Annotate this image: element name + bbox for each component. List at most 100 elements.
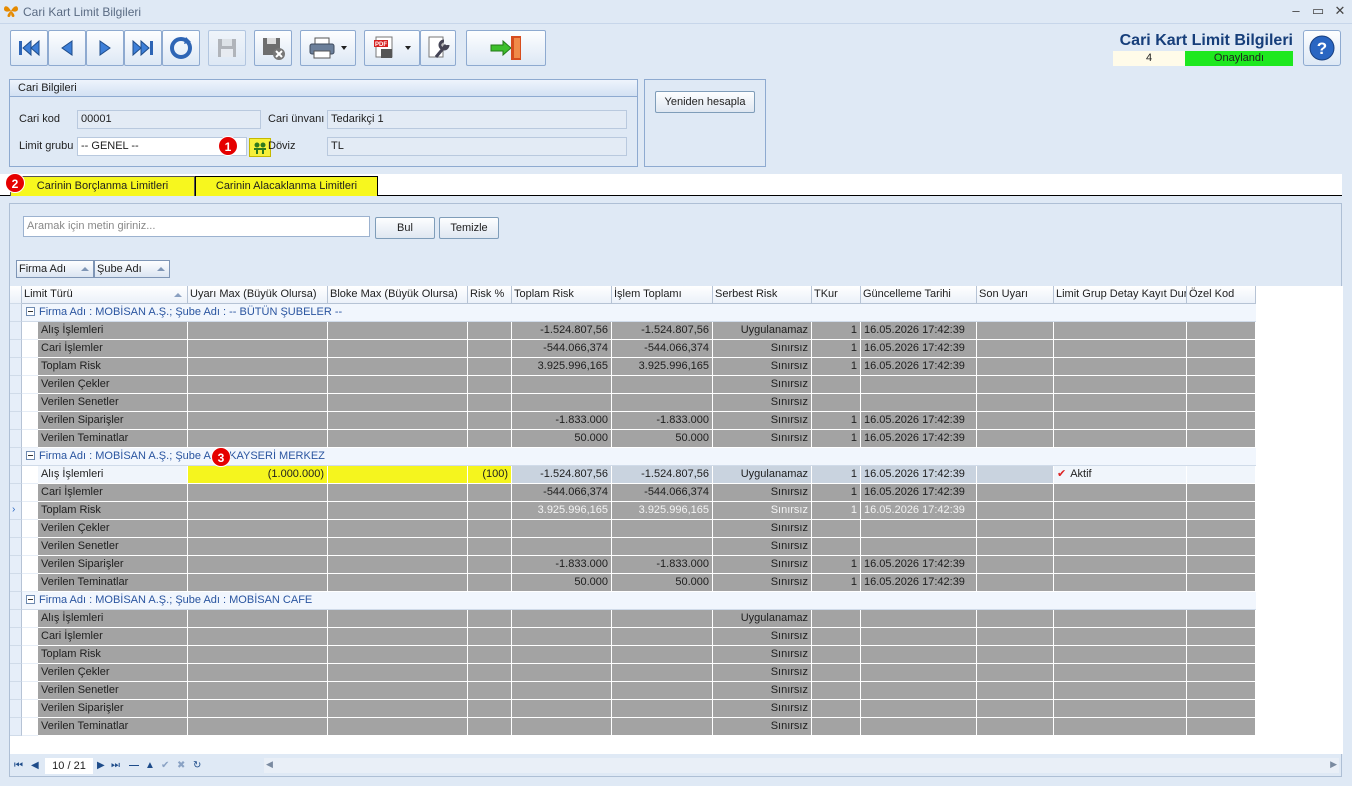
- grid-cell[interactable]: [468, 376, 512, 394]
- grid-cell[interactable]: Verilen Çekler: [38, 376, 188, 394]
- grid-cell[interactable]: [1054, 610, 1187, 628]
- column-header[interactable]: Bloke Max (Büyük Olursa): [328, 286, 468, 304]
- grid-cell[interactable]: [468, 610, 512, 628]
- grid-cell[interactable]: Verilen Teminatlar: [38, 718, 188, 736]
- grid-cell[interactable]: [1187, 700, 1256, 718]
- settings-button[interactable]: [420, 30, 456, 66]
- grid-cell[interactable]: [977, 412, 1054, 430]
- grid-cell[interactable]: [468, 394, 512, 412]
- grid-cell[interactable]: [612, 664, 713, 682]
- grid-cell[interactable]: [1054, 574, 1187, 592]
- grid-cell[interactable]: [1187, 502, 1256, 520]
- grid-cell[interactable]: Uygulanamaz: [713, 466, 812, 484]
- grid-cell[interactable]: [468, 628, 512, 646]
- group-row[interactable]: Firma Adı : MOBİSAN A.Ş.; Şube Adı : -- …: [22, 304, 1256, 322]
- group-row[interactable]: Firma Adı : MOBİSAN A.Ş.; Şube Adı : KAY…: [22, 448, 1256, 466]
- grid-cell[interactable]: [977, 646, 1054, 664]
- grid-cell[interactable]: [1187, 574, 1256, 592]
- grid-cell[interactable]: [1187, 628, 1256, 646]
- grid-cell[interactable]: [1187, 520, 1256, 538]
- grid-cell[interactable]: -1.833.000: [612, 412, 713, 430]
- grid-cell[interactable]: 3.925.996,165: [512, 358, 612, 376]
- grid-cell[interactable]: [861, 538, 977, 556]
- grid-cell[interactable]: 16.05.2026 17:42:39: [861, 322, 977, 340]
- nav-next-icon[interactable]: ▶: [97, 760, 105, 771]
- grid-cell[interactable]: [512, 664, 612, 682]
- grid-cell[interactable]: Sınırsız: [713, 430, 812, 448]
- column-header[interactable]: Güncelleme Tarihi: [861, 286, 977, 304]
- grid-cell[interactable]: Sınırsız: [713, 502, 812, 520]
- grid-cell[interactable]: [977, 466, 1054, 484]
- grid-cell[interactable]: [188, 340, 328, 358]
- grid-cell[interactable]: [328, 502, 468, 520]
- grid-cell[interactable]: -1.524.807,56: [512, 322, 612, 340]
- grid-cell[interactable]: [612, 718, 713, 736]
- grid-cell[interactable]: [188, 610, 328, 628]
- column-header[interactable]: Özel Kod: [1187, 286, 1256, 304]
- grid-cell[interactable]: [1054, 664, 1187, 682]
- grid-cell[interactable]: [1054, 628, 1187, 646]
- export-pdf-button[interactable]: PDF: [364, 30, 420, 66]
- grid-cell[interactable]: [612, 700, 713, 718]
- grid-cell[interactable]: Sınırsız: [713, 628, 812, 646]
- grid-cell[interactable]: [1054, 502, 1187, 520]
- grid-cell[interactable]: [512, 610, 612, 628]
- grid-cell[interactable]: Sınırsız: [713, 412, 812, 430]
- grid-cell[interactable]: [512, 538, 612, 556]
- grid-cell[interactable]: [512, 682, 612, 700]
- grid-cell[interactable]: -544.066,374: [512, 484, 612, 502]
- grid-cell[interactable]: [188, 682, 328, 700]
- previous-record-button[interactable]: [48, 30, 86, 66]
- grid-cell[interactable]: [861, 628, 977, 646]
- recalculate-button[interactable]: Yeniden hesapla: [655, 91, 755, 113]
- grid-cell[interactable]: (100): [468, 466, 512, 484]
- grid-cell[interactable]: [468, 646, 512, 664]
- grid-cell[interactable]: [977, 574, 1054, 592]
- grid-cell[interactable]: [861, 718, 977, 736]
- grid-cell[interactable]: [977, 718, 1054, 736]
- grid-cell[interactable]: Uygulanamaz: [713, 610, 812, 628]
- grid-cell[interactable]: Cari İşlemler: [38, 628, 188, 646]
- grid-cell[interactable]: [977, 520, 1054, 538]
- grid-cell[interactable]: 1: [812, 502, 861, 520]
- grid-cell[interactable]: 1: [812, 358, 861, 376]
- grid-cell[interactable]: [328, 646, 468, 664]
- grid-cell[interactable]: 50.000: [512, 574, 612, 592]
- grid-cell[interactable]: [468, 322, 512, 340]
- nav-up-icon[interactable]: ▲: [145, 760, 155, 771]
- grid-cell[interactable]: [188, 520, 328, 538]
- group-chip-firma[interactable]: Firma Adı: [16, 260, 94, 278]
- grid-cell[interactable]: 16.05.2026 17:42:39: [861, 556, 977, 574]
- grid-cell[interactable]: [328, 664, 468, 682]
- nav-delete-icon[interactable]: —: [129, 760, 139, 771]
- column-header[interactable]: TKur: [812, 286, 861, 304]
- nav-refresh-icon[interactable]: ↻: [193, 760, 201, 771]
- grid-cell[interactable]: 16.05.2026 17:42:39: [861, 340, 977, 358]
- grid-cell[interactable]: Verilen Teminatlar: [38, 430, 188, 448]
- grid-cell[interactable]: [512, 376, 612, 394]
- grid-cell[interactable]: [1187, 646, 1256, 664]
- search-input[interactable]: Aramak için metin giriniz...: [23, 216, 370, 237]
- grid-cell[interactable]: Sınırsız: [713, 664, 812, 682]
- grid-cell[interactable]: [468, 502, 512, 520]
- help-button[interactable]: ?: [1303, 30, 1341, 66]
- grid-cell[interactable]: [977, 628, 1054, 646]
- grid-cell[interactable]: [1054, 322, 1187, 340]
- grid-cell[interactable]: Sınırsız: [713, 574, 812, 592]
- grid-cell[interactable]: [328, 412, 468, 430]
- tab-alacaklanma[interactable]: Carinin Alacaklanma Limitleri: [195, 176, 378, 196]
- grid-cell[interactable]: 3.925.996,165: [612, 502, 713, 520]
- grid-cell[interactable]: [977, 376, 1054, 394]
- grid-cell[interactable]: [1187, 322, 1256, 340]
- grid-cell[interactable]: Verilen Çekler: [38, 664, 188, 682]
- grid-cell[interactable]: [612, 520, 713, 538]
- grid-cell[interactable]: [468, 682, 512, 700]
- column-header[interactable]: İşlem Toplamı: [612, 286, 713, 304]
- grid-cell[interactable]: [861, 520, 977, 538]
- grid-cell[interactable]: [812, 664, 861, 682]
- grid-cell[interactable]: -1.524.807,56: [512, 466, 612, 484]
- doviz-field[interactable]: TL: [327, 137, 627, 156]
- grid-cell[interactable]: Sınırsız: [713, 376, 812, 394]
- grid-cell[interactable]: -544.066,374: [612, 484, 713, 502]
- grid-cell[interactable]: 16.05.2026 17:42:39: [861, 412, 977, 430]
